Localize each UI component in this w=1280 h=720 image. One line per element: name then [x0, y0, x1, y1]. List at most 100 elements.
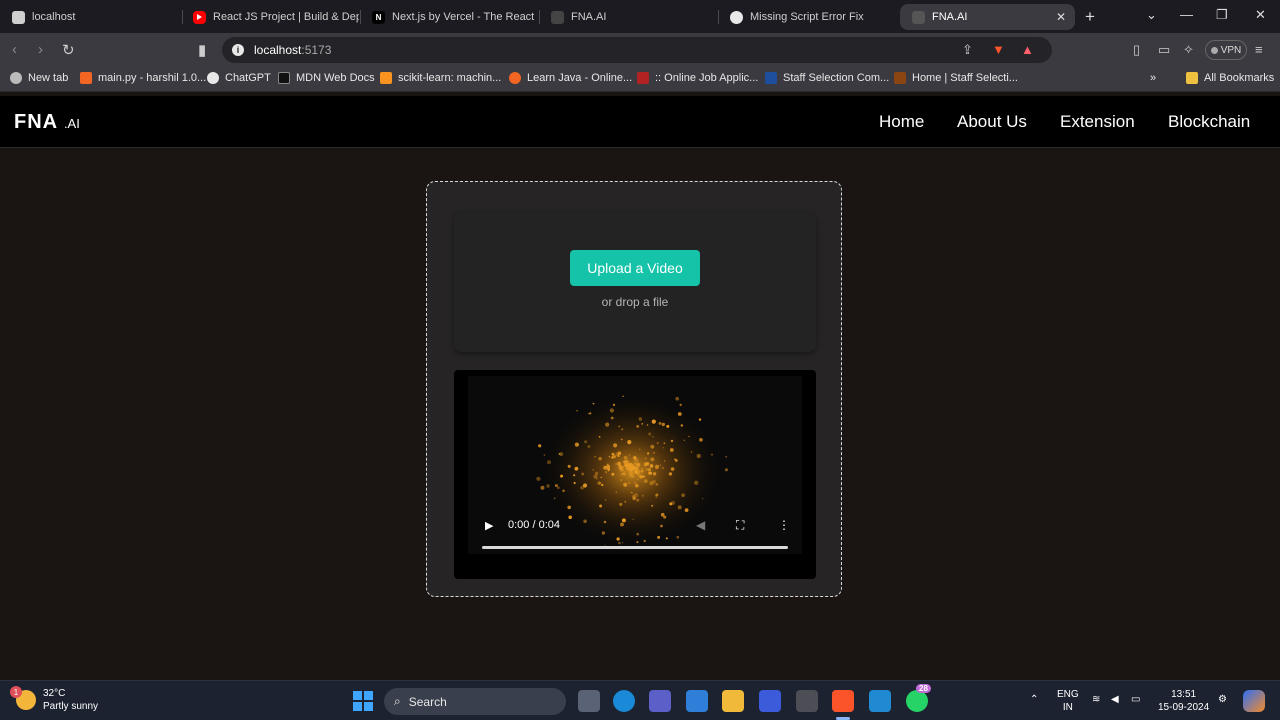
windows-taskbar: 1 32°C Partly sunny ⌕ Search 28 ⌃ ENG IN ≋ … [0, 680, 1280, 720]
bookmark-item[interactable]: Staff Selection Com... [765, 72, 889, 84]
video-time: 0:00 / 0:04 [508, 519, 560, 531]
bookmark-item[interactable]: scikit-learn: machin... [380, 72, 501, 84]
upload-video-button[interactable]: Upload a Video [570, 250, 700, 286]
tab-list-chevron-icon[interactable]: ⌄ [1146, 7, 1157, 23]
java-icon [509, 72, 521, 84]
partly-sunny-icon: 1 [10, 686, 36, 710]
more-options-icon[interactable]: ⋮ [778, 518, 790, 532]
bookmark-favicon-icon [80, 72, 92, 84]
brave-rewards-icon[interactable]: ▲ [1021, 42, 1034, 57]
fullscreen-icon[interactable]: ⛶ [736, 518, 744, 533]
tab-title: FNA.AI [932, 11, 968, 23]
browser-tab[interactable]: FNA.AI [539, 4, 717, 30]
bookmark-item[interactable]: Learn Java - Online... [509, 72, 632, 84]
weather-temperature: 32°C [43, 688, 66, 699]
chatgpt-icon [207, 72, 219, 84]
site-info-icon[interactable]: i [232, 44, 244, 56]
speaker-icon[interactable]: ◀ [1111, 693, 1119, 706]
teams-icon[interactable] [649, 690, 671, 712]
file-explorer-icon[interactable] [722, 690, 744, 712]
address-bar[interactable]: i localhost:5173 [222, 37, 1052, 63]
forward-button[interactable]: › [38, 41, 43, 58]
browser-tab[interactable]: React JS Project | Build & Deplo [181, 4, 359, 30]
wallet-icon[interactable]: ▭ [1158, 42, 1170, 58]
taskbar-search[interactable]: ⌕ Search [384, 688, 566, 715]
play-icon[interactable]: ▶ [485, 519, 493, 532]
app-icon[interactable] [796, 690, 818, 712]
nav-about-us[interactable]: About Us [957, 112, 1027, 132]
edge-icon[interactable] [613, 690, 635, 712]
vpn-button[interactable]: VPN [1205, 40, 1247, 60]
video-dropzone[interactable]: Upload a Video or drop a file ▶ 0:00 / 0… [426, 181, 842, 597]
vscode-icon[interactable] [869, 690, 891, 712]
bookmark-item[interactable]: Home | Staff Selecti... [894, 72, 1018, 84]
video-progress-bar[interactable] [482, 546, 788, 549]
nav-blockchain[interactable]: Blockchain [1168, 112, 1250, 132]
bookmark-item[interactable]: :: Online Job Applic... [637, 72, 758, 84]
mdn-icon [278, 72, 290, 84]
bookmark-icon[interactable]: ▮ [198, 41, 206, 59]
leo-ai-icon[interactable]: ✧ [1183, 42, 1194, 58]
weather-widget[interactable]: 1 32°C Partly sunny [10, 686, 99, 713]
close-window-button[interactable]: ✕ [1255, 7, 1266, 23]
ssc-icon [765, 72, 777, 84]
browser-tab-active[interactable]: FNA.AI ✕ [900, 4, 1075, 30]
volume-icon[interactable]: ◀ [696, 518, 705, 532]
all-bookmarks[interactable]: All Bookmarks [1186, 72, 1274, 84]
drop-file-hint: or drop a file [601, 295, 669, 309]
brave-browser-icon[interactable] [832, 690, 854, 712]
clock[interactable]: 13:51 15-09-2024 [1158, 688, 1209, 714]
folder-icon [1186, 72, 1198, 84]
close-tab-icon[interactable]: ✕ [1056, 10, 1066, 24]
tab-title: FNA.AI [571, 11, 607, 23]
globe-icon [10, 72, 22, 84]
fna-favicon-icon [912, 10, 925, 24]
share-icon[interactable]: ⇪ [962, 42, 973, 58]
video-player[interactable]: ▶ 0:00 / 0:04 ◀ ⛶ ⋮ [454, 370, 816, 579]
language-indicator[interactable]: ENG IN [1057, 688, 1079, 714]
wifi-icon[interactable]: ≋ [1092, 693, 1100, 706]
bookmark-item[interactable]: MDN Web Docs [278, 72, 375, 84]
browser-tab[interactable]: Missing Script Error Fix [718, 4, 896, 30]
tab-title: Next.js by Vercel - The React Fr [392, 11, 538, 23]
bookmark-item[interactable]: ChatGPT [207, 72, 271, 84]
site-logo[interactable]: FNA .AI [14, 111, 80, 134]
browser-tab-bar: localhost React JS Project | Build & Dep… [0, 0, 1280, 33]
chatgpt-icon [730, 10, 743, 24]
maximize-button[interactable]: ❐ [1216, 7, 1228, 23]
menu-icon[interactable]: ≡ [1255, 42, 1263, 57]
bookmarks-overflow-icon[interactable]: » [1150, 72, 1156, 84]
windows-start-icon[interactable] [352, 690, 374, 712]
whatsapp-icon[interactable]: 28 [906, 684, 931, 712]
browser-toolbar: ‹ › ↻ ▮ i localhost:5173 ⇪ ▼ ▲ ▯ ▭ ✧ VPN… [0, 33, 1280, 67]
tray-overflow-icon[interactable]: ⌃ [1030, 693, 1038, 706]
bookmark-item[interactable]: main.py - harshil 1.0... [80, 72, 206, 84]
site-navbar: FNA .AI Home About Us Extension Blockcha… [0, 96, 1280, 148]
tab-title: React JS Project | Build & Deplo [213, 11, 359, 23]
minimize-button[interactable]: — [1180, 7, 1193, 22]
code-editor-icon[interactable] [759, 690, 781, 712]
nav-extension[interactable]: Extension [1060, 112, 1135, 132]
bookmark-item[interactable]: New tab [10, 72, 68, 84]
back-button[interactable]: ‹ [12, 41, 17, 58]
ssc-icon [894, 72, 906, 84]
nav-home[interactable]: Home [879, 112, 924, 132]
battery-icon[interactable]: ▭ [1131, 693, 1140, 706]
whatsapp-badge: 28 [916, 684, 931, 693]
store-icon[interactable] [686, 690, 708, 712]
task-view-icon[interactable] [578, 690, 600, 712]
browser-tab[interactable]: localhost [0, 4, 180, 30]
new-tab-button[interactable]: + [1085, 7, 1095, 27]
job-portal-icon [637, 72, 649, 84]
tab-title: localhost [32, 11, 76, 23]
fna-favicon-icon [551, 10, 564, 24]
weather-condition: Partly sunny [43, 701, 99, 712]
brave-shields-icon[interactable]: ▼ [992, 42, 1005, 57]
copilot-icon[interactable] [1243, 690, 1265, 712]
scikit-learn-icon [380, 72, 392, 84]
notifications-icon[interactable]: ⚙ [1218, 693, 1227, 706]
sidebar-icon[interactable]: ▯ [1133, 42, 1140, 58]
nextjs-icon: N [372, 10, 385, 24]
browser-tab[interactable]: N Next.js by Vercel - The React Fr [360, 4, 538, 30]
reload-button[interactable]: ↻ [62, 41, 75, 59]
